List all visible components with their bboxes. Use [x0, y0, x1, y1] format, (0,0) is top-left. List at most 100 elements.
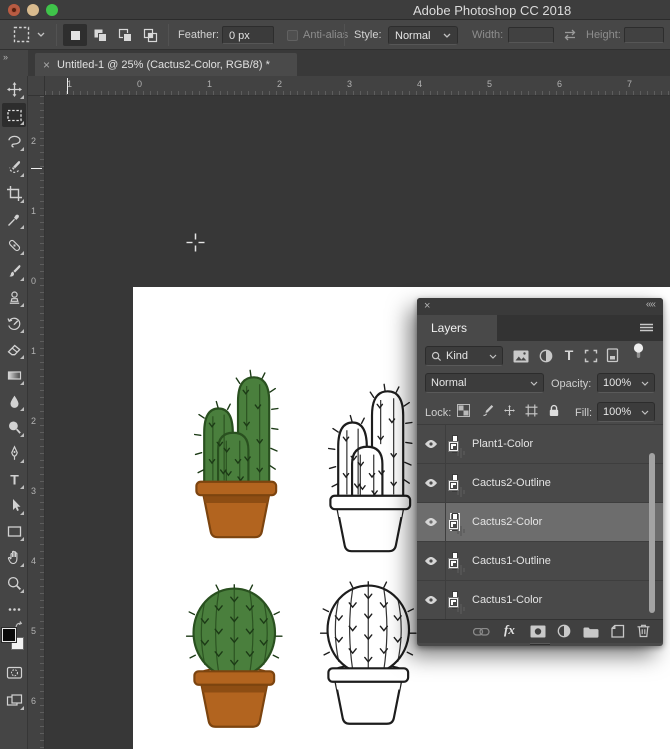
brush-tool[interactable]: [2, 259, 26, 283]
edit-toolbar-button[interactable]: [2, 597, 26, 621]
tool-preset-picker[interactable]: [12, 25, 45, 44]
history-brush-tool[interactable]: [2, 311, 26, 335]
collapse-panel-icon[interactable]: ««: [646, 299, 655, 310]
blur-tool[interactable]: [2, 389, 26, 413]
opacity-dropdown[interactable]: 100%: [597, 373, 655, 393]
fill-value: 100%: [603, 406, 631, 418]
add-to-selection-button[interactable]: [88, 24, 112, 46]
layer-thumbnail[interactable]: [453, 516, 457, 528]
close-window-button[interactable]: [8, 4, 20, 16]
new-adjustment-layer-icon[interactable]: [557, 624, 571, 638]
horizontal-ruler[interactable]: 1 0 1 2 3 4 5 6 7: [45, 76, 670, 96]
rectangular-marquee-tool[interactable]: [2, 103, 26, 127]
lock-transparency-icon[interactable]: [457, 404, 470, 417]
visibility-toggle[interactable]: [417, 542, 446, 581]
path-selection-tool[interactable]: [2, 493, 26, 517]
lock-artboard-icon[interactable]: [525, 404, 538, 417]
delete-layer-trash-icon[interactable]: [636, 623, 651, 638]
toolbar-collapse-button[interactable]: »: [0, 50, 28, 76]
minimize-window-button[interactable]: [27, 4, 39, 16]
blend-mode-dropdown[interactable]: Normal: [425, 373, 544, 393]
subtract-from-selection-button[interactable]: [113, 24, 137, 46]
lasso-tool[interactable]: [2, 129, 26, 153]
marquee-crosshair-cursor: [185, 232, 206, 253]
clone-stamp-tool[interactable]: [2, 285, 26, 309]
visibility-toggle[interactable]: [417, 464, 446, 503]
eye-icon: [424, 478, 438, 488]
ruler-tick-label: 4: [417, 79, 422, 89]
ruler-tick-label: 0: [31, 276, 36, 286]
hand-tool[interactable]: [2, 545, 26, 569]
intersect-selection-button[interactable]: [138, 24, 162, 46]
antialias-checkbox[interactable]: [287, 30, 298, 41]
move-tool[interactable]: [2, 77, 26, 101]
tab-layers[interactable]: Layers: [417, 315, 497, 341]
close-panel-icon[interactable]: ×: [424, 300, 430, 312]
zoom-window-button[interactable]: [46, 4, 58, 16]
filter-toggle-switch[interactable]: [633, 343, 645, 360]
layer-style-fx-icon[interactable]: fx: [504, 622, 515, 638]
layer-row[interactable]: Cactus1-Outline: [417, 542, 663, 581]
add-layer-mask-icon[interactable]: [530, 625, 546, 638]
pen-tool[interactable]: [2, 441, 26, 465]
visibility-toggle[interactable]: [417, 425, 446, 464]
layer-row[interactable]: Plant1-Color: [417, 425, 663, 464]
close-tab-icon[interactable]: ×: [43, 58, 50, 72]
layer-name: Cactus1-Color: [472, 594, 542, 606]
fill-label: Fill:: [575, 407, 592, 419]
document-tab-title: Untitled-1 @ 25% (Cactus2-Color, RGB/8) …: [57, 59, 270, 71]
layer-thumbnail[interactable]: [453, 594, 457, 606]
layer-list-scrollbar[interactable]: [649, 453, 655, 613]
layer-thumbnail[interactable]: [453, 477, 457, 489]
height-input[interactable]: [624, 27, 664, 43]
dodge-tool[interactable]: [2, 415, 26, 439]
spot-healing-brush-tool[interactable]: [2, 233, 26, 257]
visibility-toggle[interactable]: [417, 581, 446, 620]
eyedropper-tool[interactable]: [2, 207, 26, 231]
layer-row[interactable]: Cactus1-Color: [417, 581, 663, 620]
layers-panel: × «« Layers Kind T: [417, 298, 663, 646]
foreground-color-swatch[interactable]: [2, 628, 16, 642]
filter-type-layers-icon[interactable]: T: [562, 347, 576, 363]
screen-mode-button[interactable]: [2, 688, 26, 712]
vertical-ruler[interactable]: 2 1 0 1 2 3 4 5 6: [28, 96, 45, 749]
new-selection-button[interactable]: [63, 24, 87, 46]
filter-smart-objects-icon[interactable]: [606, 348, 620, 363]
panel-menu-icon[interactable]: [639, 323, 654, 333]
panel-resize-grip[interactable]: [530, 643, 550, 645]
document-tab[interactable]: × Untitled-1 @ 25% (Cactus2-Color, RGB/8…: [35, 53, 297, 76]
layer-thumbnail[interactable]: [453, 555, 457, 567]
gradient-tool[interactable]: [2, 363, 26, 387]
crop-tool[interactable]: [2, 181, 26, 205]
layer-thumbnail[interactable]: [453, 438, 457, 450]
layers-panel-tabrow: Layers: [417, 315, 663, 341]
width-input[interactable]: [508, 27, 554, 43]
rectangle-tool[interactable]: [2, 519, 26, 543]
filter-pixel-layers-icon[interactable]: [513, 350, 529, 363]
feather-input[interactable]: 0 px: [222, 26, 274, 44]
filter-shape-layers-icon[interactable]: [584, 349, 598, 363]
lock-image-icon[interactable]: [481, 404, 494, 417]
visibility-toggle[interactable]: [417, 503, 446, 542]
swap-dimensions-icon[interactable]: [562, 28, 578, 42]
link-layers-icon[interactable]: [473, 628, 490, 636]
foreground-background-swatches[interactable]: [2, 628, 26, 652]
ruler-origin-corner[interactable]: [28, 76, 45, 96]
lock-all-icon[interactable]: [548, 404, 560, 417]
zoom-tool[interactable]: [2, 571, 26, 595]
layer-row-selected[interactable]: Cactus2-Color: [417, 503, 663, 542]
layer-row[interactable]: Cactus2-Outline: [417, 464, 663, 503]
fill-dropdown[interactable]: 100%: [597, 402, 655, 422]
style-dropdown[interactable]: Normal: [388, 26, 458, 45]
new-layer-icon[interactable]: [610, 624, 625, 639]
window-title: Adobe Photoshop CC 2018: [413, 3, 571, 18]
eraser-tool[interactable]: [2, 337, 26, 361]
lock-position-icon[interactable]: [503, 404, 516, 417]
quick-mask-button[interactable]: [2, 660, 26, 684]
new-group-folder-icon[interactable]: [583, 625, 599, 638]
type-tool[interactable]: T: [2, 467, 26, 491]
filter-adjustment-layers-icon[interactable]: [539, 349, 553, 363]
filter-kind-dropdown[interactable]: Kind: [425, 346, 503, 366]
quick-selection-tool[interactable]: [2, 155, 26, 179]
smart-object-badge-icon: [448, 519, 459, 530]
